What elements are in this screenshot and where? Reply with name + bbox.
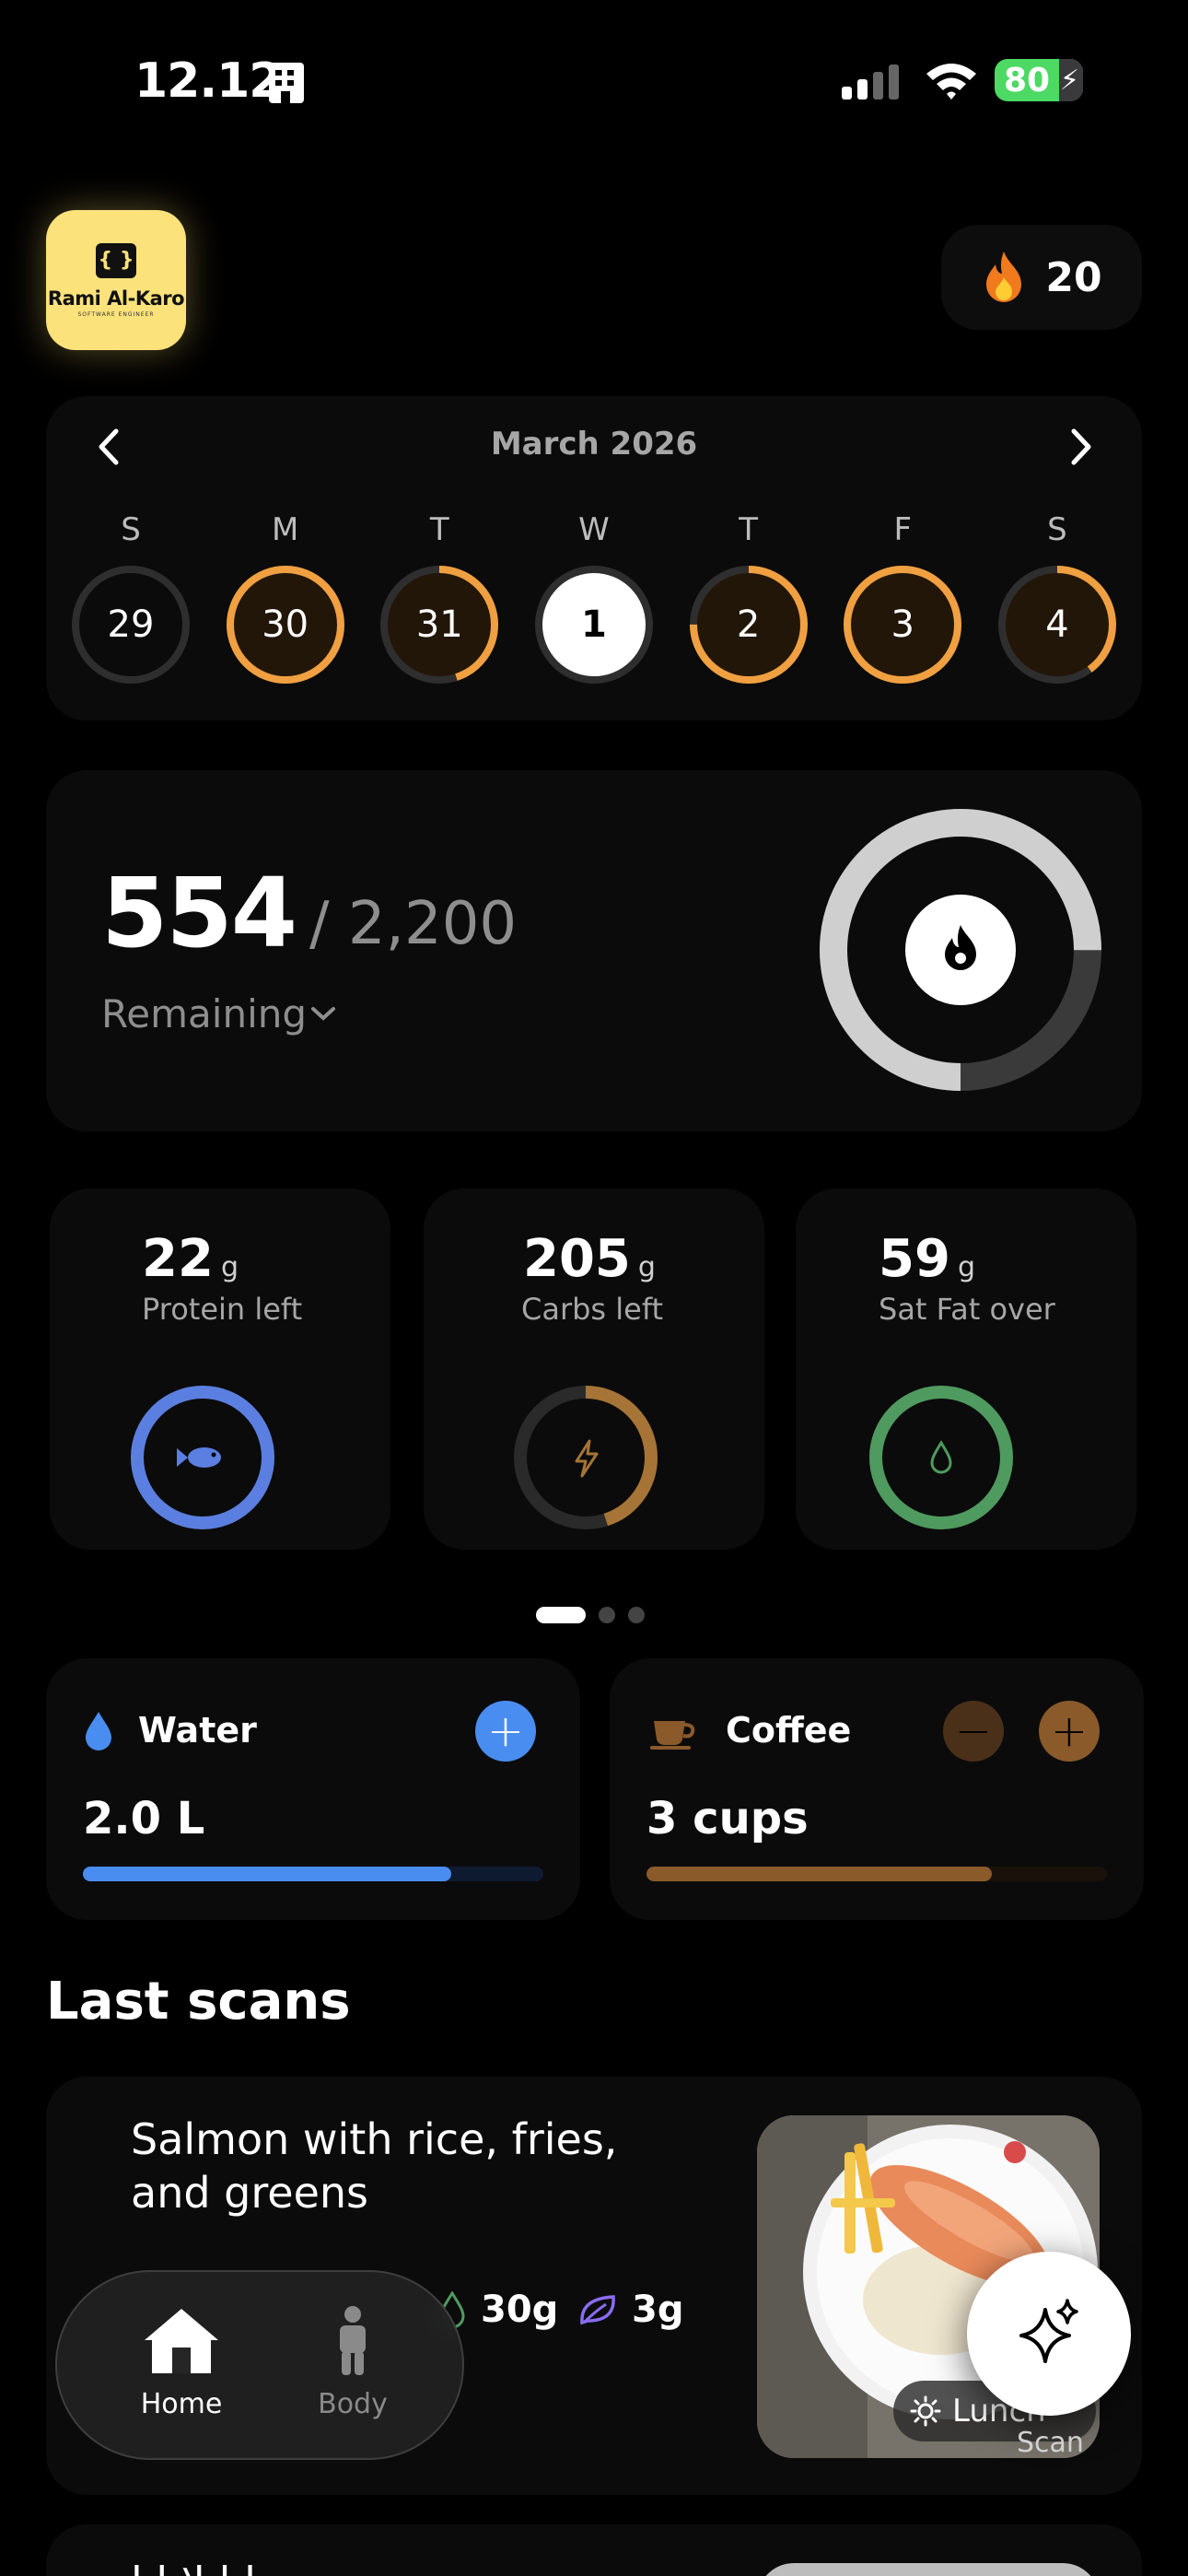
- wifi-icon: [926, 64, 976, 100]
- day-name: S: [121, 511, 141, 548]
- date-number: 3: [891, 603, 914, 646]
- code-folder-icon: { }: [96, 242, 136, 278]
- calendar-date[interactable]: 2: [686, 562, 811, 687]
- satfat-ring: [869, 1386, 1013, 1529]
- water-amount: 2.0 L: [83, 1793, 205, 1844]
- day-name: F: [893, 511, 913, 548]
- macro-card-satfat[interactable]: 59 g Sat Fat over: [796, 1188, 1136, 1550]
- scan-food-name: Salmon with rice, fries, and greens: [131, 2114, 618, 2218]
- water-title: Water: [138, 1710, 257, 1751]
- status-time: 12.12: [134, 53, 282, 109]
- last-scans-title: Last scans: [46, 1972, 351, 2032]
- water-progress-fill: [83, 1867, 451, 1881]
- water-tracker: Water + 2.0 L: [46, 1658, 580, 1920]
- scan-fab-button[interactable]: [967, 2252, 1131, 2416]
- scan-fat: 30g: [438, 2289, 558, 2331]
- coffee-tracker: Coffee − + 3 cups: [610, 1658, 1144, 1920]
- calendar-date[interactable]: 4: [995, 562, 1120, 687]
- day-name: T: [429, 511, 449, 548]
- sun-icon: [910, 2395, 941, 2427]
- date-number: 2: [736, 603, 761, 646]
- scan-fiber-value: 3g: [632, 2289, 684, 2331]
- coffee-progress-bar: [646, 1867, 1107, 1881]
- macro-label: Sat Fat over: [879, 1292, 1055, 1327]
- calendar-date[interactable]: 31: [377, 562, 502, 687]
- calories-ring: [820, 809, 1101, 1091]
- macro-value: 59 g: [879, 1229, 975, 1289]
- logo-name: Rami Al-Karo: [47, 287, 185, 310]
- logo-subtitle: SOFTWARE ENGINEER: [77, 310, 155, 318]
- add-water-button[interactable]: +: [475, 1701, 536, 1762]
- fish-icon: [177, 1447, 221, 1468]
- tab-bar: Home Body: [55, 2270, 464, 2460]
- battery-level: 80: [1004, 61, 1051, 100]
- remove-coffee-button[interactable]: −: [943, 1701, 1004, 1762]
- day-name: T: [739, 511, 759, 548]
- macro-card-carbs[interactable]: 205 g Carbs left: [424, 1188, 764, 1550]
- date-number: 1: [581, 603, 607, 646]
- streak-badge[interactable]: 20: [941, 225, 1142, 330]
- calendar-date[interactable]: 1: [531, 562, 657, 687]
- date-number: 4: [1045, 603, 1069, 646]
- page-dot-active[interactable]: [536, 1607, 586, 1623]
- calories-remaining: 554: [101, 857, 297, 969]
- satfat-ring-fill: [869, 1386, 1013, 1529]
- tab-body[interactable]: Body: [284, 2305, 422, 2420]
- macro-label: Carbs left: [521, 1292, 664, 1327]
- page-dot[interactable]: [599, 1607, 615, 1623]
- flame-icon: [986, 252, 1022, 302]
- scan-fiber: 3g: [578, 2289, 683, 2331]
- signal-icon: [842, 64, 899, 100]
- date-number: 29: [107, 603, 155, 646]
- chevron-right-icon[interactable]: [1063, 424, 1100, 470]
- coffee-amount: 3 cups: [646, 1793, 809, 1844]
- calories-label[interactable]: Remaining: [101, 991, 307, 1036]
- scan-fat-value: 30g: [481, 2289, 559, 2331]
- tab-home-label: Home: [140, 2388, 223, 2420]
- scan-food-name-next: ا ا لا ا ا: [131, 2558, 720, 2576]
- coffee-cup-icon: [650, 1721, 695, 1750]
- calendar-date[interactable]: 29: [68, 562, 193, 687]
- charging-icon: ⚡: [1059, 64, 1079, 97]
- macro-value: 205 g: [523, 1229, 656, 1289]
- home-icon: [145, 2309, 218, 2373]
- sparkles-icon: [1019, 2299, 1078, 2363]
- drop-icon: [930, 1440, 952, 1474]
- date-number: 30: [262, 603, 309, 646]
- add-coffee-button[interactable]: +: [1039, 1701, 1100, 1762]
- page-dot[interactable]: [628, 1607, 645, 1623]
- macro-value: 22 g: [142, 1229, 239, 1289]
- calendar-month: March 2026: [490, 426, 698, 463]
- calendar-dates: 29 30 31 1 2 3 4: [68, 562, 1120, 691]
- macro-label: Protein left: [142, 1292, 303, 1327]
- coffee-title: Coffee: [726, 1710, 852, 1751]
- protein-ring: [131, 1386, 274, 1529]
- building-icon: [269, 63, 304, 103]
- water-progress-bar: [83, 1867, 543, 1881]
- scan-fab-label: Scan: [1017, 2427, 1084, 2459]
- battery-indicator: 80 ⚡: [995, 59, 1083, 101]
- coffee-progress-fill: [646, 1867, 992, 1881]
- day-name: S: [1047, 511, 1067, 548]
- calendar-date[interactable]: 3: [840, 562, 965, 687]
- streak-count: 20: [1045, 253, 1102, 301]
- calendar-date[interactable]: 30: [223, 562, 348, 687]
- macro-card-protein[interactable]: 22 g Protein left: [50, 1188, 390, 1550]
- water-drop-icon: [86, 1712, 111, 1751]
- calories-goal: / 2,200: [309, 890, 518, 958]
- tab-home[interactable]: Home: [112, 2305, 250, 2420]
- app-logo[interactable]: { } Rami Al-Karo SOFTWARE ENGINEER: [46, 210, 186, 350]
- leaf-icon: [580, 2295, 615, 2325]
- carbs-ring: [514, 1386, 658, 1529]
- bolt-icon: [575, 1439, 599, 1478]
- chevron-down-icon[interactable]: [309, 1004, 337, 1023]
- day-name: W: [578, 511, 610, 548]
- food-photo-next[interactable]: [757, 2563, 1100, 2576]
- date-number: 31: [415, 603, 463, 646]
- day-name: M: [271, 511, 299, 548]
- day-names: S M T W T F S: [68, 511, 1120, 548]
- body-icon: [340, 2306, 366, 2375]
- page-indicator[interactable]: [536, 1607, 645, 1623]
- tab-body-label: Body: [318, 2388, 388, 2420]
